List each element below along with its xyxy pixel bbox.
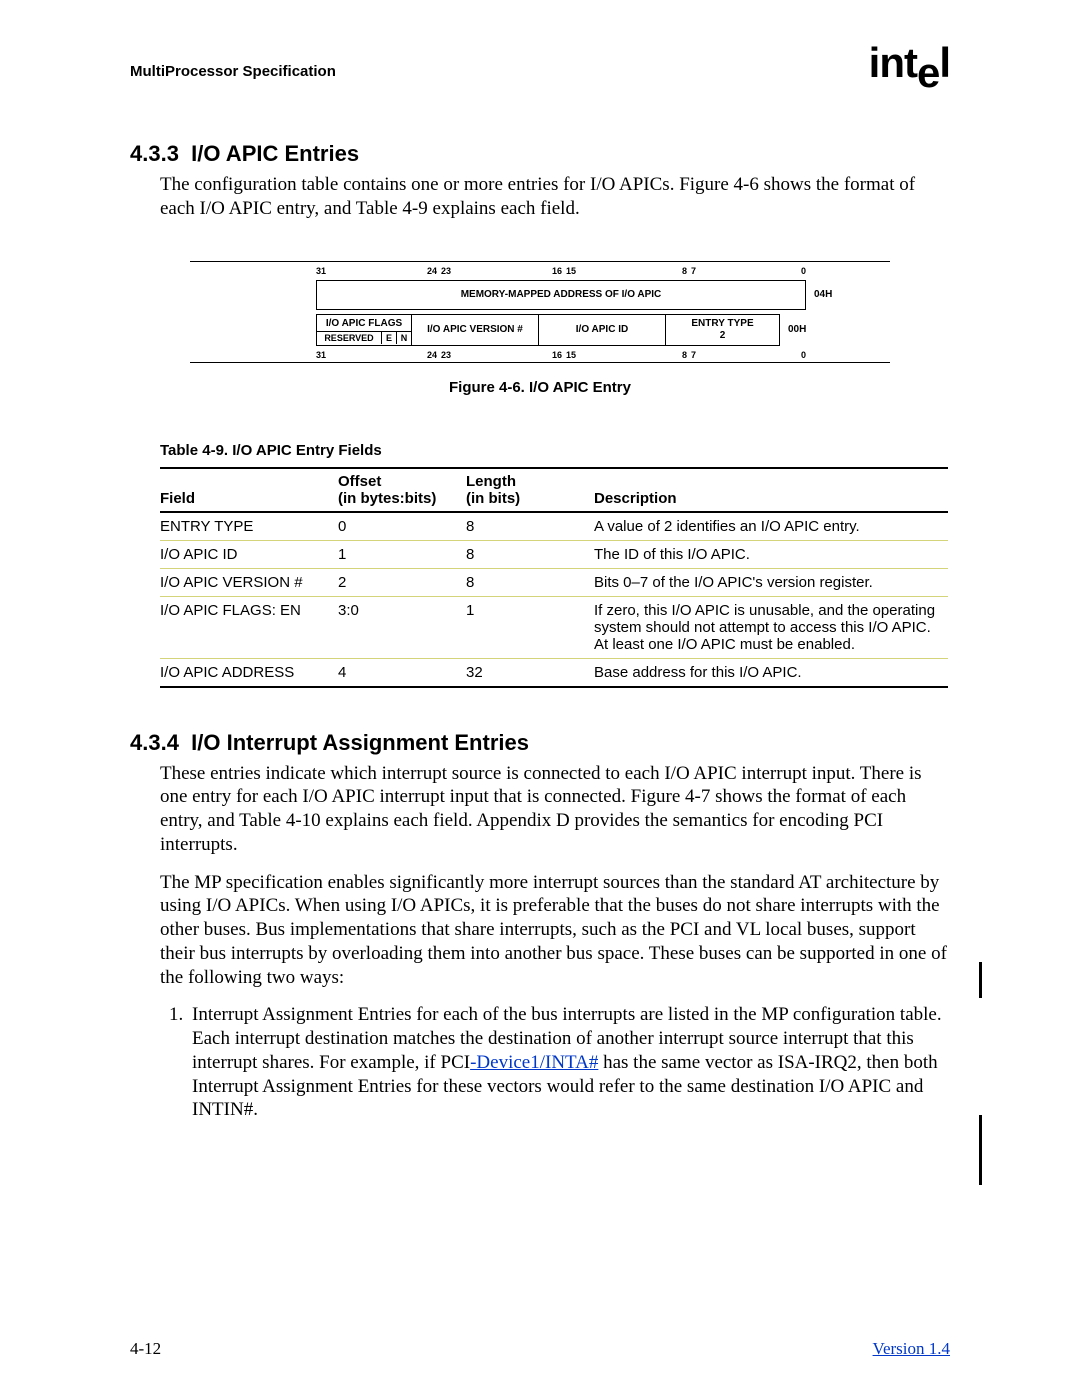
- th-length: Length(in bits): [466, 468, 594, 512]
- field-io-apic-id: I/O APIC ID: [538, 314, 665, 346]
- bit-ticks-top: 3124 2316 158 70: [316, 266, 806, 276]
- field-entry-type: ENTRY TYPE 2: [665, 314, 780, 346]
- th-description: Description: [594, 468, 948, 512]
- figure-caption: Figure 4-6. I/O APIC Entry: [160, 379, 920, 396]
- table-4-9: Field Offset(in bytes:bits) Length(in bi…: [160, 467, 948, 688]
- pci-device-link[interactable]: -Device1/INTA#: [470, 1052, 598, 1073]
- figure-rule-bottom: [190, 362, 890, 363]
- figure-rule-top: [190, 261, 890, 262]
- field-memory-mapped-address: MEMORY-MAPPED ADDRESS OF I/O APIC: [316, 280, 806, 310]
- section-434-para1: These entries indicate which interrupt s…: [160, 762, 950, 857]
- section-433-para: The configuration table contains one or …: [160, 173, 950, 221]
- section-heading-434: 4.3.4 I/O Interrupt Assignment Entries: [130, 730, 950, 756]
- figure-row-04h: MEMORY-MAPPED ADDRESS OF I/O APIC 04H: [316, 280, 856, 310]
- version-link[interactable]: Version 1.4: [873, 1339, 950, 1359]
- page-number: 4-12: [130, 1339, 161, 1359]
- th-field: Field: [160, 468, 338, 512]
- page: MultiProcessor Specification intel 4.3.3…: [0, 0, 1080, 1397]
- section-heading-433: 4.3.3 I/O APIC Entries: [130, 141, 950, 167]
- intel-logo: intel: [869, 39, 950, 87]
- page-header: MultiProcessor Specification intel: [130, 45, 950, 93]
- figure-4-6: 3124 2316 158 70 MEMORY-MAPPED ADDRESS O…: [160, 261, 920, 396]
- field-io-apic-version: I/O APIC VERSION #: [411, 314, 538, 346]
- change-bar: [979, 1115, 982, 1185]
- table-row: I/O APIC VERSION # 2 8 Bits 0–7 of the I…: [160, 568, 948, 596]
- table-row: I/O APIC ID 1 8 The ID of this I/O APIC.: [160, 540, 948, 568]
- section-number: 4.3.3: [130, 141, 179, 166]
- table-row: I/O APIC FLAGS: EN 3:0 1 If zero, this I…: [160, 596, 948, 658]
- page-footer: 4-12 Version 1.4: [130, 1339, 950, 1359]
- section-title: I/O Interrupt Assignment Entries: [191, 730, 529, 755]
- offset-00h: 00H: [788, 324, 806, 335]
- table-body: ENTRY TYPE 0 8 A value of 2 identifies a…: [160, 512, 948, 687]
- offset-04h: 04H: [814, 289, 832, 300]
- numbered-list: Interrupt Assignment Entries for each of…: [160, 1003, 950, 1122]
- section-title: I/O APIC Entries: [191, 141, 359, 166]
- table-row: ENTRY TYPE 0 8 A value of 2 identifies a…: [160, 512, 948, 541]
- table-header-row: Field Offset(in bytes:bits) Length(in bi…: [160, 468, 948, 512]
- table-row: I/O APIC ADDRESS 4 32 Base address for t…: [160, 658, 948, 687]
- field-io-apic-flags: I/O APIC FLAGS RESERVED E N: [316, 314, 411, 346]
- list-item: Interrupt Assignment Entries for each of…: [188, 1003, 950, 1122]
- change-bar: [979, 962, 982, 998]
- bit-ticks-bottom: 3124 2316 158 70: [316, 350, 806, 360]
- section-number: 4.3.4: [130, 730, 179, 755]
- th-offset: Offset(in bytes:bits): [338, 468, 466, 512]
- table-4-9-title: Table 4-9. I/O APIC Entry Fields: [160, 442, 950, 459]
- section-434-para2: The MP specification enables significant…: [160, 871, 950, 990]
- figure-row-00h: I/O APIC FLAGS RESERVED E N I/O APIC VER…: [316, 314, 856, 346]
- doc-title: MultiProcessor Specification: [130, 63, 336, 80]
